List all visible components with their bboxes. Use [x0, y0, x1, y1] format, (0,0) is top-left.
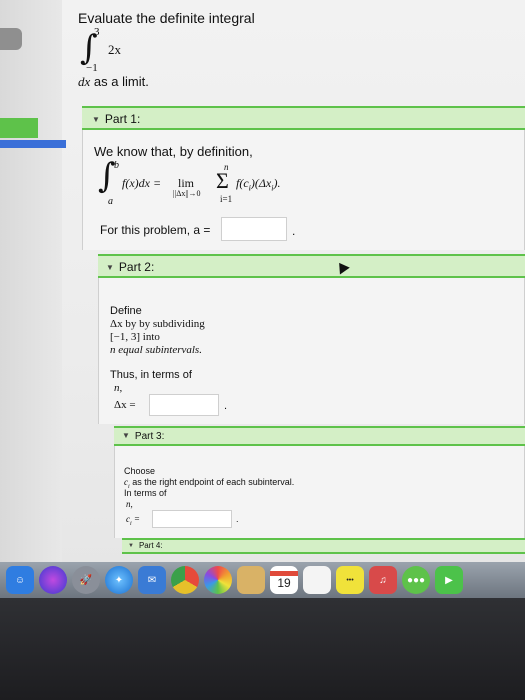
- siri-icon[interactable]: [39, 566, 67, 594]
- part1-int-lower: a: [108, 196, 113, 207]
- part1-header-label: Part 1:: [104, 112, 141, 126]
- screen: Evaluate the definite integral ∫ 3 −1 2x…: [0, 0, 525, 575]
- part2-line5: Thus, in terms of: [110, 369, 192, 381]
- sidebar-item-selected[interactable]: [0, 140, 66, 148]
- part3-line4: n,: [126, 499, 133, 509]
- part1-prompt: For this problem, a =: [100, 223, 210, 237]
- part3-header[interactable]: ▼ Part 3:: [114, 426, 525, 446]
- part2-header[interactable]: ▼ Part 2:: [98, 254, 525, 278]
- part1-intro: We know that, by definition,: [94, 144, 253, 159]
- upper-limit: 3: [94, 26, 100, 38]
- launchpad-icon[interactable]: 🚀: [72, 566, 100, 594]
- part3-period: .: [236, 514, 239, 524]
- part2-line6: n,: [114, 382, 123, 394]
- delta-x-input[interactable]: [149, 394, 219, 416]
- part1-sum-term: f(ci)(Δxi).: [236, 176, 281, 192]
- part3-prompt-sub: i: [130, 520, 132, 527]
- part2-line4: n equal subintervals.: [110, 344, 202, 356]
- collapse-triangle-icon: ▼: [106, 263, 114, 272]
- photobooth-icon[interactable]: ♫: [369, 566, 397, 594]
- calendar-icon[interactable]: 19: [270, 566, 298, 594]
- a-value-input[interactable]: [221, 217, 287, 241]
- mail-icon[interactable]: ✉: [138, 566, 166, 594]
- calendar-day: 19: [277, 575, 291, 590]
- part1-header[interactable]: ▼ Part 1:: [82, 106, 525, 130]
- problem-title: Evaluate the definite integral: [78, 10, 255, 26]
- music-icon[interactable]: •••: [336, 566, 364, 594]
- integrand: 2x: [108, 42, 121, 57]
- part2-header-label: Part 2:: [118, 260, 155, 274]
- sum-term-f: f(c: [236, 176, 249, 190]
- part2-line3: [−1, 3] into: [110, 331, 160, 343]
- part2-period: .: [224, 400, 228, 412]
- collapse-triangle-icon: ▼: [122, 431, 130, 440]
- chrome-icon[interactable]: [171, 566, 199, 594]
- sidebar-grip-icon[interactable]: [0, 28, 22, 50]
- sidebar-item-active[interactable]: [0, 118, 38, 138]
- facetime-icon[interactable]: ▶: [435, 566, 463, 594]
- part3-prompt-eq: =: [133, 514, 140, 524]
- photos-icon[interactable]: [204, 566, 232, 594]
- part2-prompt: Δx =: [114, 399, 136, 411]
- part2-line2: Δx by by subdividing: [110, 318, 205, 330]
- dock: ☺ 🚀 ✦ ✉ 19 ••• ♫ ●●● ▶: [0, 562, 525, 598]
- collapse-triangle-icon: ▼: [128, 543, 134, 549]
- part3-line1: Choose: [124, 466, 156, 476]
- notes-icon[interactable]: [237, 566, 265, 594]
- laptop-bezel: [0, 598, 525, 700]
- part1-prompt-text: For this problem, a =: [100, 223, 211, 237]
- part3-line2-text: as the right endpoint of each subinterva…: [132, 477, 295, 487]
- problem-tail: dx as a limit.: [78, 74, 149, 90]
- lower-limit: −1: [86, 62, 98, 74]
- finder-icon[interactable]: ☺: [6, 566, 34, 594]
- messages-icon[interactable]: ●●●: [402, 566, 430, 594]
- differential: dx: [78, 74, 91, 89]
- part3-prompt: ci =: [126, 514, 140, 527]
- part1-period: .: [292, 224, 296, 238]
- part1-int-upper: b: [114, 160, 119, 171]
- part1-sum-symbol: Σ: [216, 168, 229, 193]
- part1-sum-bottom: i=1: [220, 194, 233, 204]
- browser-sidebar: [0, 0, 66, 575]
- sum-term-close: ).: [273, 176, 281, 190]
- reminders-icon[interactable]: [303, 566, 331, 594]
- part3-header-label: Part 3:: [134, 431, 165, 442]
- collapse-triangle-icon: ▼: [92, 115, 100, 124]
- ci-input[interactable]: [152, 510, 232, 528]
- part4-header-label: Part 4:: [138, 541, 163, 550]
- part1-lhs: f(x)dx =: [122, 176, 162, 190]
- part1-lim-sub: ||Δx||→0: [173, 189, 201, 198]
- part4-header[interactable]: ▼ Part 4:: [122, 538, 525, 554]
- sum-term-dx: )(Δx: [250, 176, 272, 190]
- problem-tail-text: as a limit.: [93, 74, 149, 89]
- part3-line3: In terms of: [124, 488, 167, 498]
- safari-icon[interactable]: ✦: [105, 566, 133, 594]
- part2-line1: Define: [110, 305, 142, 317]
